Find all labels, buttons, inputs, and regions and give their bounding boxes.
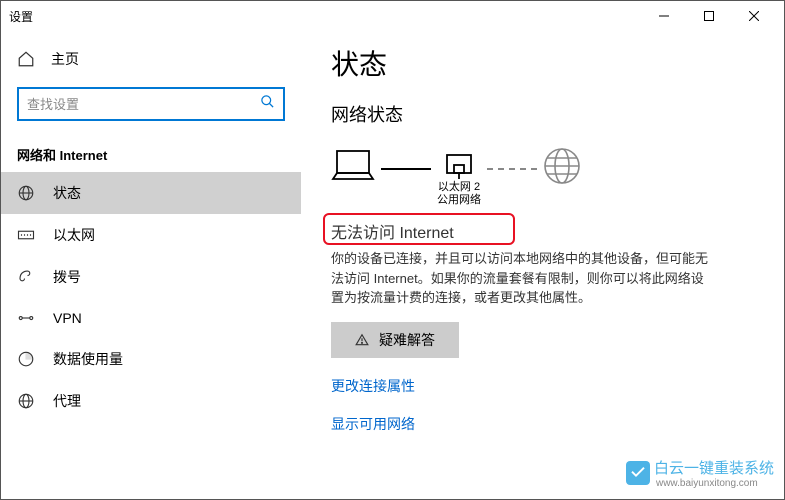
sidebar-item-datausage[interactable]: 数据使用量: [1, 338, 301, 380]
window-title: 设置: [9, 8, 33, 25]
laptop-icon: [331, 149, 375, 209]
data-usage-icon: [17, 350, 35, 368]
search-input[interactable]: [27, 97, 260, 112]
globe-icon: [17, 184, 35, 202]
show-networks-link[interactable]: 显示可用网络: [331, 414, 754, 434]
status-text: 无法访问 Internet: [331, 219, 754, 243]
home-button[interactable]: 主页: [1, 41, 301, 77]
sidebar-section-header: 网络和 Internet: [1, 137, 301, 172]
page-title: 状态: [331, 43, 754, 83]
globe-node: [543, 147, 581, 211]
connection-line-dashed: [487, 168, 537, 170]
troubleshoot-button[interactable]: 疑难解答: [331, 322, 459, 358]
vpn-icon: [17, 309, 35, 327]
sidebar: 主页 网络和 Internet 状态 以太网 拨号 VPN: [1, 31, 301, 499]
sidebar-item-label: 数据使用量: [53, 349, 123, 369]
sidebar-item-label: 状态: [53, 183, 81, 203]
sidebar-item-label: 代理: [53, 391, 81, 411]
sidebar-item-vpn[interactable]: VPN: [1, 298, 301, 338]
sidebar-item-ethernet[interactable]: 以太网: [1, 214, 301, 256]
watermark-brand: 白云一键重装系统: [654, 457, 774, 478]
network-diagram: 以太网 2公用网络: [331, 147, 754, 211]
search-box[interactable]: [17, 87, 285, 121]
watermark-icon: [626, 461, 650, 485]
watermark: 白云一键重装系统 www.baiyunxitong.com: [626, 457, 774, 489]
titlebar: 设置: [1, 1, 784, 31]
sidebar-item-status[interactable]: 状态: [1, 172, 301, 214]
status-box: 无法访问 Internet: [331, 219, 754, 243]
ethernet-node: 以太网 2公用网络: [437, 151, 481, 207]
sidebar-item-label: 以太网: [53, 225, 95, 245]
sidebar-item-dialup[interactable]: 拨号: [1, 256, 301, 298]
home-icon: [17, 50, 35, 68]
maximize-button[interactable]: [686, 1, 731, 31]
proxy-icon: [17, 392, 35, 410]
close-button[interactable]: [731, 1, 776, 31]
sidebar-item-label: VPN: [53, 310, 82, 326]
search-icon: [260, 94, 275, 114]
main-content: 状态 网络状态 以太网 2公用网络 无法访问 Internet 你的设备已连接，: [301, 31, 784, 499]
sidebar-item-proxy[interactable]: 代理: [1, 380, 301, 422]
watermark-url: www.baiyunxitong.com: [656, 478, 774, 489]
sidebar-item-label: 拨号: [53, 267, 81, 287]
window-controls: [641, 1, 776, 31]
dialup-icon: [17, 268, 35, 286]
warning-icon: [355, 333, 369, 347]
change-properties-link[interactable]: 更改连接属性: [331, 376, 754, 396]
minimize-button[interactable]: [641, 1, 686, 31]
ethernet-label: 以太网 2公用网络: [437, 181, 481, 207]
ethernet-icon: [17, 226, 35, 244]
home-label: 主页: [51, 49, 79, 69]
troubleshoot-label: 疑难解答: [379, 330, 435, 350]
status-description: 你的设备已连接，并且可以访问本地网络中的其他设备，但可能无法访问 Interne…: [331, 249, 711, 308]
section-title: 网络状态: [331, 101, 754, 127]
connection-line-solid: [381, 168, 431, 170]
